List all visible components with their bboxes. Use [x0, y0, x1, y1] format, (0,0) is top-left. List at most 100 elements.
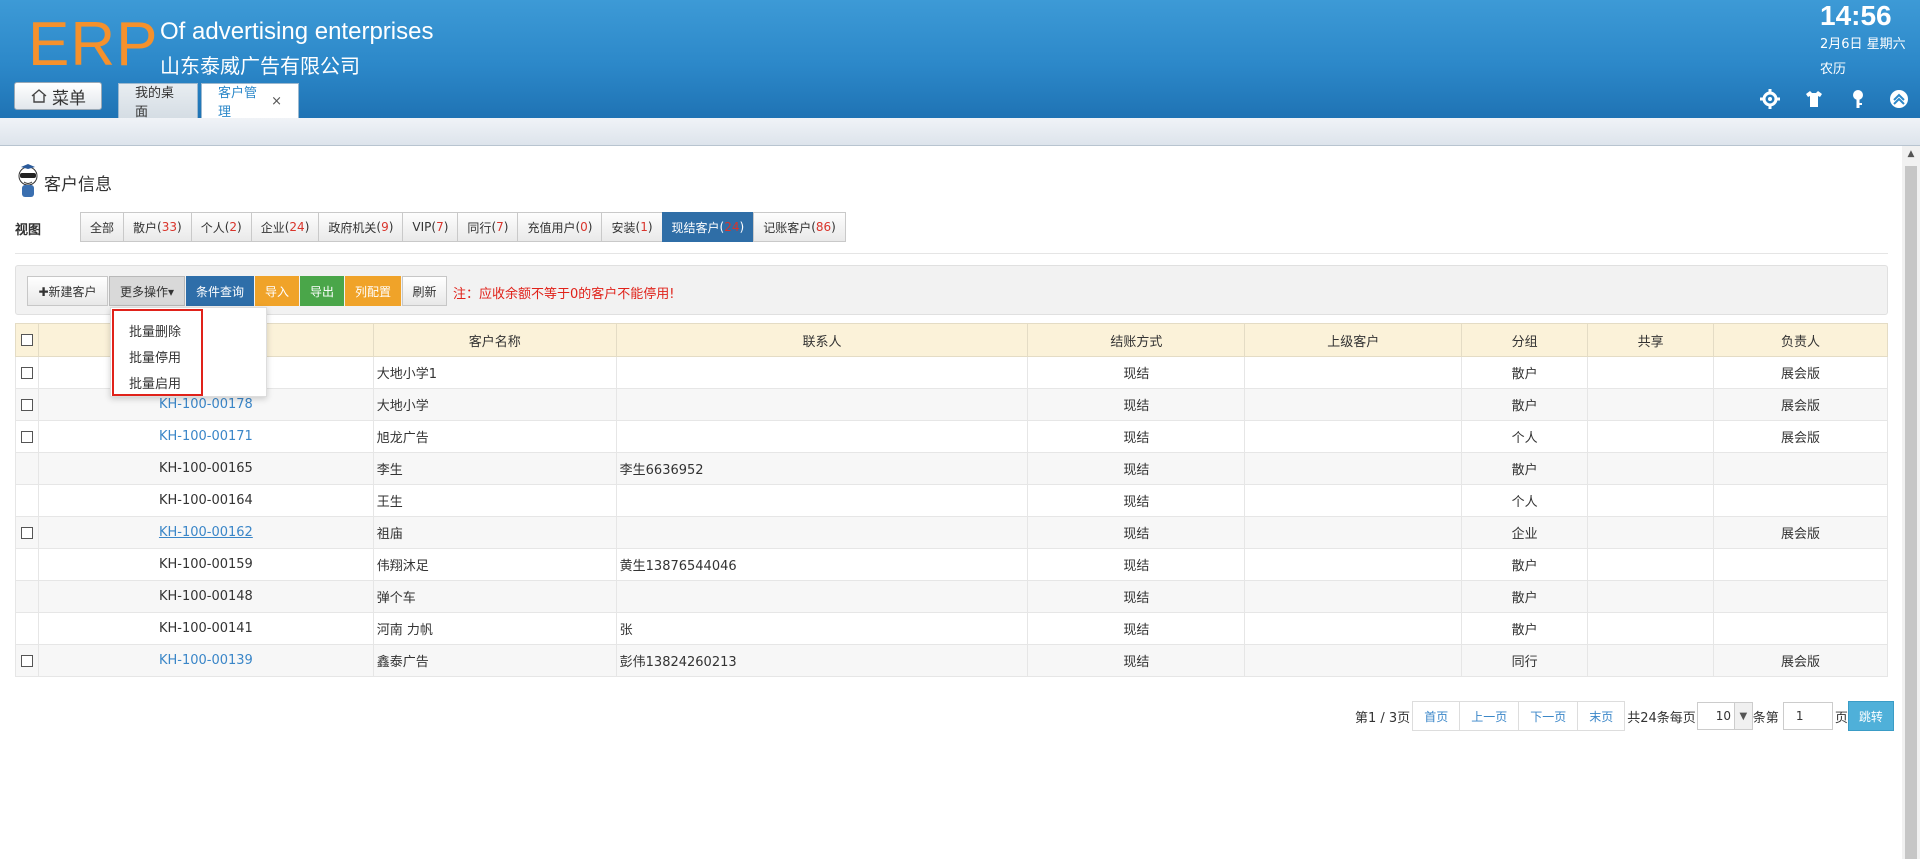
- table-row[interactable]: KH-100-00164 王生 现结 个人: [15, 484, 1888, 517]
- customer-code-link[interactable]: KH-100-00178: [159, 397, 253, 412]
- scroll-thumb[interactable]: [1905, 166, 1917, 859]
- menu-button[interactable]: 菜单: [14, 82, 102, 110]
- gear-icon[interactable]: [1759, 88, 1781, 110]
- group-cell: 企业: [1461, 516, 1589, 549]
- close-icon[interactable]: ×: [271, 94, 282, 109]
- import-button[interactable]: 导入: [255, 276, 299, 306]
- select-all-checkbox[interactable]: [20, 334, 33, 346]
- customer-code: KH-100-00148: [158, 589, 253, 604]
- table-row[interactable]: KH-100-00162 祖庙 现结 企业 展会版: [15, 516, 1888, 549]
- tab-customer-management[interactable]: 客户管理 ×: [201, 83, 299, 120]
- jump-button[interactable]: 跳转: [1847, 701, 1894, 731]
- group-cell: 散户: [1461, 452, 1589, 485]
- view-tab[interactable]: 散户 (33): [123, 212, 191, 242]
- customer-code-link[interactable]: KH-100-00162: [159, 525, 253, 540]
- row-checkbox[interactable]: [20, 398, 33, 411]
- table-row[interactable]: KH-100-00148 弹个车 现结 散户: [15, 580, 1888, 613]
- checkbox-cell[interactable]: [15, 612, 39, 645]
- owner-cell: [1713, 484, 1888, 517]
- refresh-button[interactable]: 刷新: [402, 276, 447, 306]
- view-tab-count: 33: [161, 220, 177, 234]
- view-tab-count: 7: [436, 220, 444, 234]
- contact-cell: [615, 388, 1029, 421]
- share-cell: [1587, 356, 1715, 389]
- row-checkbox[interactable]: [20, 366, 33, 379]
- customer-code-cell[interactable]: KH-100-00171: [37, 420, 374, 453]
- company-name-en: Of advertising enterprises: [160, 18, 434, 45]
- prev-page-button[interactable]: 上一页: [1459, 701, 1519, 731]
- checkbox-cell[interactable]: [15, 388, 39, 421]
- row-checkbox[interactable]: [20, 526, 33, 539]
- column-header-owner: 负责人: [1713, 323, 1888, 357]
- row-checkbox[interactable]: [20, 430, 33, 443]
- condition-query-button[interactable]: 条件查询: [186, 276, 254, 306]
- contact-cell: 黄生13876544046: [615, 548, 1029, 581]
- table-row[interactable]: KH-100-00139 鑫泰广告 彭伟13824260213 现结 同行 展会版: [15, 644, 1888, 677]
- view-tab[interactable]: 企业 (24): [250, 212, 319, 242]
- total-text: 共24条每页: [1627, 710, 1696, 726]
- tab-my-desktop[interactable]: 我的桌面: [118, 83, 198, 120]
- paren-close: ): [503, 220, 509, 234]
- table-row[interactable]: KH-100-00178 大地小学 现结 散户 展会版: [15, 388, 1888, 421]
- key-icon[interactable]: [1847, 88, 1869, 110]
- per-page-value: 10: [1715, 709, 1732, 723]
- select-all-cell[interactable]: [15, 323, 39, 357]
- customer-code-cell[interactable]: KH-100-00139: [37, 644, 374, 677]
- shirt-icon[interactable]: [1803, 88, 1825, 110]
- checkbox-cell[interactable]: [15, 548, 39, 581]
- export-button[interactable]: 导出: [300, 276, 344, 306]
- checkbox-cell[interactable]: [15, 452, 39, 485]
- scrollbar[interactable]: ▲: [1902, 146, 1920, 859]
- new-customer-button[interactable]: ✚新建客户: [27, 276, 108, 306]
- view-filter-tabs: 全部 散户 (33) 个人 (2) 企业 (24) 政府机关 (9) VIP (7) 同行 …: [80, 212, 846, 242]
- checkbox-cell[interactable]: [15, 580, 39, 613]
- page-number-input[interactable]: 1: [1782, 702, 1833, 730]
- table-row[interactable]: KH-100-00141 河南 力帆张现结 散户: [15, 612, 1888, 645]
- view-tab[interactable]: 现结客户(24): [661, 212, 754, 242]
- table-row[interactable]: KH-100-00171 旭龙广告 现结 个人 展会版: [15, 420, 1888, 453]
- page-buttons: 首页 上一页 下一页 末页: [1412, 701, 1626, 731]
- row-checkbox[interactable]: [20, 654, 33, 667]
- view-tab-label: VIP: [412, 220, 432, 234]
- table-row[interactable]: KH-100-00165 李生 李生6636952 现结 散户: [15, 452, 1888, 485]
- table-row[interactable]: KH-100-00159 伟翔沐足 黄生13876544046 现结 散户: [15, 548, 1888, 581]
- checkbox-cell[interactable]: [15, 644, 39, 677]
- view-tab[interactable]: VIP (7): [402, 212, 458, 242]
- checkbox-cell[interactable]: [15, 420, 39, 453]
- chevron-up-circle-icon[interactable]: [1888, 88, 1910, 110]
- view-tab[interactable]: 记账客户 (86): [753, 212, 846, 242]
- view-tab-label: 充值用户: [527, 220, 576, 235]
- scroll-up-icon[interactable]: ▲: [1902, 146, 1920, 162]
- next-page-button[interactable]: 下一页: [1518, 701, 1578, 731]
- view-tab[interactable]: 全部: [80, 212, 124, 242]
- first-page-button[interactable]: 首页: [1412, 701, 1460, 731]
- customer-code-link[interactable]: KH-100-00171: [159, 429, 253, 444]
- paren-close: ): [647, 220, 653, 234]
- parent-customer-cell: [1244, 420, 1463, 453]
- customer-name-cell: 鑫泰广告: [372, 644, 617, 677]
- checkbox-cell[interactable]: [15, 516, 39, 549]
- view-tab[interactable]: 政府机关 (9): [318, 212, 403, 242]
- customer-code: KH-100-00165: [158, 461, 253, 476]
- column-config-button[interactable]: 列配置: [345, 276, 401, 306]
- more-actions-button[interactable]: 更多操作▾: [109, 276, 185, 306]
- customer-code-cell: KH-100-00159: [37, 548, 374, 581]
- per-page-select[interactable]: 10 ▼: [1696, 702, 1753, 730]
- checkbox-cell[interactable]: [15, 484, 39, 517]
- view-tab[interactable]: 充值用户 (0): [517, 212, 602, 242]
- payment-cell: 现结: [1027, 580, 1246, 613]
- last-page-button[interactable]: 末页: [1577, 701, 1626, 731]
- view-tab-label: 同行: [467, 220, 492, 235]
- view-tab[interactable]: 安装 (1): [601, 212, 662, 242]
- checkbox-cell[interactable]: [15, 356, 39, 389]
- owner-cell: 展会版: [1713, 388, 1888, 421]
- customer-name-cell: 王生: [372, 484, 617, 517]
- customer-code-link[interactable]: KH-100-00139: [159, 653, 253, 668]
- view-tab[interactable]: 同行 (7): [457, 212, 518, 242]
- view-tab[interactable]: 个人 (2): [190, 212, 251, 242]
- customer-code-cell[interactable]: KH-100-00162: [37, 516, 374, 549]
- table-row[interactable]: 大地小学1 现结 散户 展会版: [15, 356, 1888, 389]
- notice-text: 注：应收余额不等于0的客户不能停用!: [453, 287, 675, 302]
- paren-close: ): [237, 220, 242, 234]
- column-header-contact: 联系人: [615, 323, 1029, 357]
